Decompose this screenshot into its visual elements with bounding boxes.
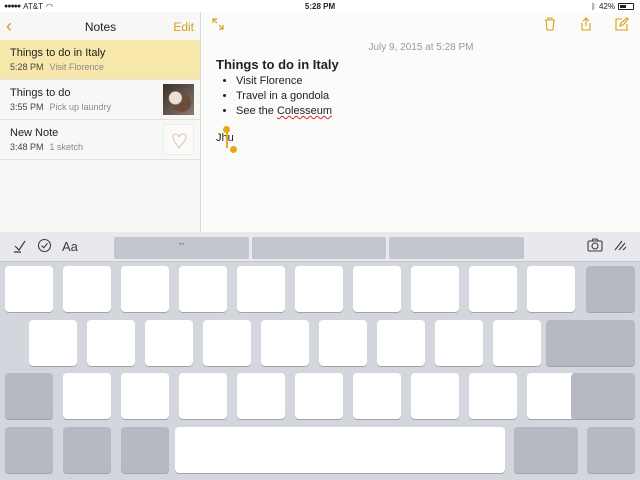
keyboard-key[interactable] <box>514 427 578 473</box>
sidebar-title: Notes <box>84 20 117 34</box>
status-right: ᛒ 42% <box>591 2 634 11</box>
keyboard-key[interactable] <box>435 320 483 366</box>
keyboard-toolbar: Aa "" <box>0 232 640 262</box>
keyboard-key[interactable] <box>295 266 343 312</box>
typed-text[interactable]: Jhu <box>216 132 234 144</box>
selection-caret <box>226 130 228 148</box>
list-item[interactable]: See the Colesseum <box>236 104 332 119</box>
keyboard-key[interactable] <box>546 320 635 366</box>
keyboard-key[interactable] <box>29 320 77 366</box>
keyboard-key[interactable] <box>145 320 193 366</box>
keyboard-key[interactable] <box>377 320 425 366</box>
keyboard-key[interactable] <box>63 427 111 473</box>
battery-icon <box>618 3 634 10</box>
note-item-subtitle: 3:48 PM 1 sketch <box>10 142 83 152</box>
sidebar-header: ‹ Notes Edit <box>0 12 200 40</box>
keyboard-key[interactable] <box>179 266 227 312</box>
keyboard-key[interactable] <box>179 373 227 419</box>
note-item-preview: Visit Florence <box>49 62 104 72</box>
keyboard-key[interactable] <box>353 373 401 419</box>
note-item-time: 3:48 PM <box>10 142 44 152</box>
keyboard-key[interactable] <box>493 320 541 366</box>
keyboard: Aa "" <box>0 232 640 480</box>
note-list-item-things[interactable]: Things to do 3:55 PM Pick up laundry <box>0 80 200 120</box>
keyboard-key[interactable] <box>261 320 309 366</box>
note-editor[interactable]: July 9, 2015 at 5:28 PM Things to do in … <box>202 12 640 232</box>
note-item-subtitle: 5:28 PM Visit Florence <box>10 62 104 72</box>
keyboard-key[interactable] <box>5 266 53 312</box>
keyboard-key[interactable] <box>87 320 135 366</box>
suggestion-text: "" <box>179 243 184 250</box>
note-bullet-list[interactable]: Visit Florence Travel in a gondola See t… <box>236 74 332 119</box>
status-bar: ●●●●● AT&T ◠ 5:28 PM ᛒ 42% <box>0 0 640 12</box>
expand-icon[interactable] <box>212 18 224 30</box>
note-item-title: New Note <box>10 127 59 139</box>
keyboard-key[interactable] <box>121 373 169 419</box>
note-list-item-italy[interactable]: Things to do in Italy 5:28 PM Visit Flore… <box>0 40 200 80</box>
suggestion-slot-3[interactable] <box>389 237 524 259</box>
keyboard-key[interactable] <box>5 427 53 473</box>
keyboard-key[interactable] <box>5 373 53 419</box>
note-item-preview: Pick up laundry <box>49 102 112 112</box>
trash-icon[interactable] <box>542 16 558 32</box>
keyboard-key[interactable] <box>237 266 285 312</box>
suggestion-slot-2[interactable] <box>252 237 386 259</box>
note-item-subtitle: 3:55 PM Pick up laundry <box>10 102 111 112</box>
keyboard-key[interactable] <box>587 427 635 473</box>
suggestion-slot-1[interactable]: "" <box>114 237 249 259</box>
note-item-preview: 1 sketch <box>49 142 84 152</box>
status-time: 5:28 PM <box>304 2 336 11</box>
list-item[interactable]: Visit Florence <box>236 74 332 89</box>
keyboard-key[interactable] <box>469 373 517 419</box>
notes-sidebar: ‹ Notes Edit Things to do in Italy 5:28 … <box>0 12 201 232</box>
checkmark-circle-icon[interactable] <box>37 238 52 256</box>
note-item-time: 3:55 PM <box>10 102 44 112</box>
list-item-text: See the Colesseum <box>236 105 333 117</box>
battery-percent: 42% <box>598 2 615 11</box>
camera-icon[interactable] <box>587 238 603 255</box>
share-icon[interactable] <box>578 16 594 32</box>
compose-icon[interactable] <box>614 16 630 32</box>
keyboard-key[interactable] <box>63 266 111 312</box>
edit-button[interactable]: Edit <box>173 20 194 34</box>
cat-photo-thumbnail <box>163 84 194 115</box>
sketch-pen-icon[interactable] <box>613 238 627 255</box>
heart-sketch-icon <box>172 133 187 150</box>
misspelled-word[interactable]: Colesseum <box>277 105 332 117</box>
keyboard-key[interactable] <box>411 373 459 419</box>
note-item-time: 5:28 PM <box>10 62 44 72</box>
selection-handle-end[interactable] <box>230 146 237 153</box>
keyboard-key[interactable] <box>527 266 575 312</box>
keyboard-key[interactable] <box>571 373 635 419</box>
note-date: July 9, 2015 at 5:28 PM <box>368 42 474 53</box>
note-title[interactable]: Things to do in Italy <box>216 57 339 72</box>
keyboard-key[interactable] <box>63 373 111 419</box>
sketch-thumbnail <box>163 124 194 155</box>
note-list-item-new[interactable]: New Note 3:48 PM 1 sketch <box>0 120 200 160</box>
checklist-icon[interactable] <box>12 238 28 257</box>
note-item-title: Things to do in Italy <box>10 47 106 59</box>
keyboard-key[interactable] <box>121 266 169 312</box>
space-key[interactable] <box>175 427 505 473</box>
keyboard-key[interactable] <box>237 373 285 419</box>
keyboard-key[interactable] <box>527 373 575 419</box>
keyboard-key[interactable] <box>295 373 343 419</box>
keyboard-key[interactable] <box>121 427 169 473</box>
format-text-icon[interactable]: Aa <box>62 239 78 254</box>
note-toolbar <box>542 16 630 32</box>
note-item-title: Things to do <box>10 87 71 99</box>
keyboard-key[interactable] <box>469 266 517 312</box>
keyboard-key[interactable] <box>319 320 367 366</box>
keyboard-key[interactable] <box>411 266 459 312</box>
list-item[interactable]: Travel in a gondola <box>236 89 332 104</box>
keyboard-key[interactable] <box>586 266 635 312</box>
bluetooth-icon: ᛒ <box>591 2 596 11</box>
keyboard-key[interactable] <box>203 320 251 366</box>
keyboard-key[interactable] <box>353 266 401 312</box>
